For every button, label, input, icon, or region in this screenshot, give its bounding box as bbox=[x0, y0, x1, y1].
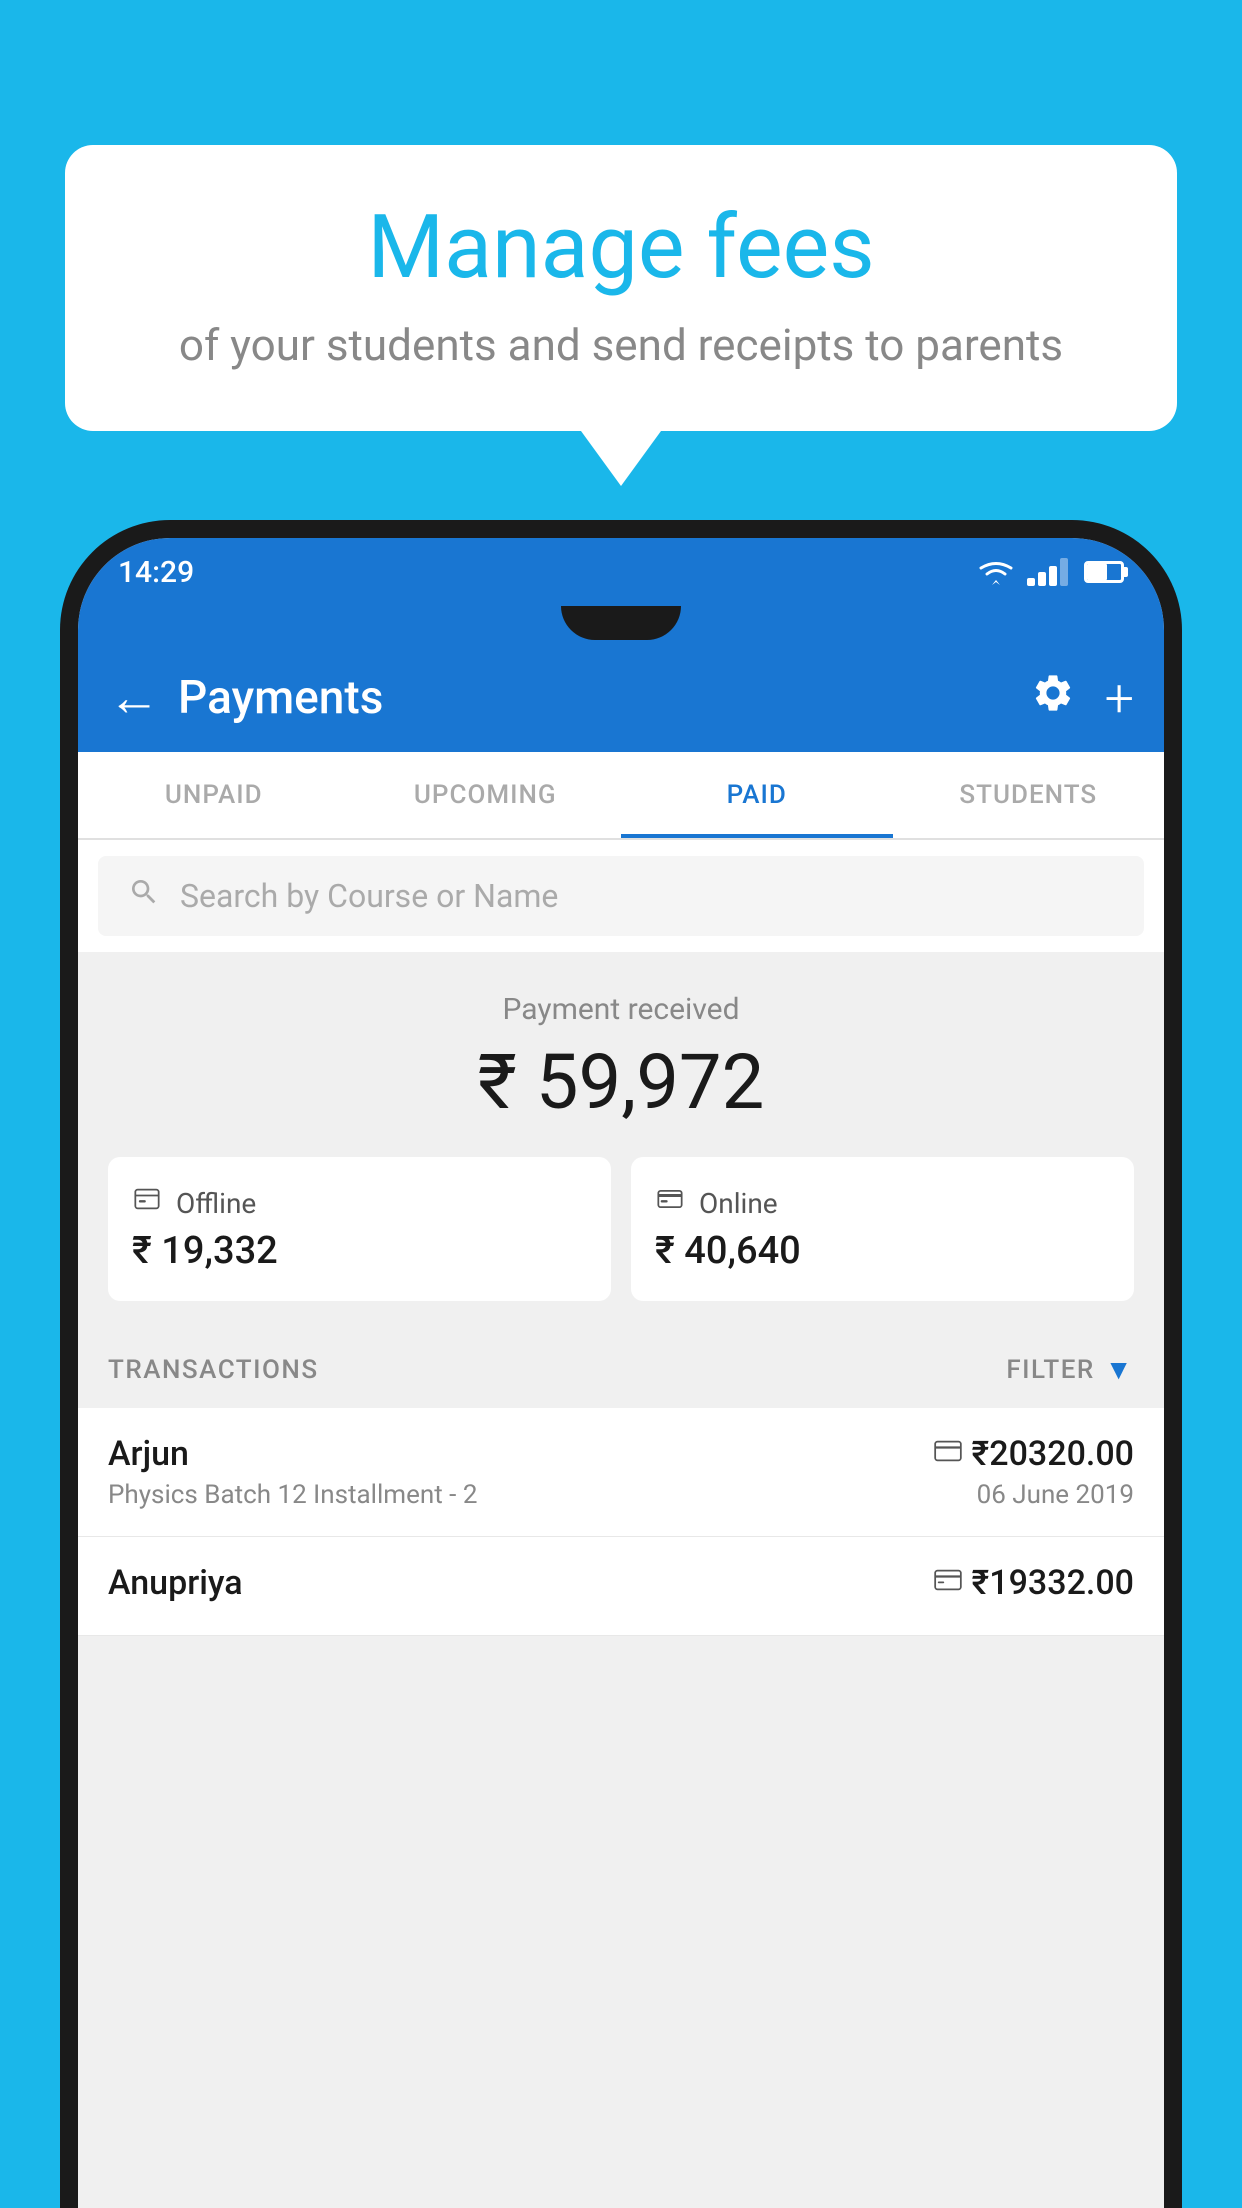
speech-bubble-wrapper: Manage fees of your students and send re… bbox=[65, 145, 1177, 486]
online-svg bbox=[655, 1185, 685, 1213]
settings-icon[interactable] bbox=[1031, 671, 1075, 726]
online-icon bbox=[655, 1185, 685, 1221]
speech-bubble-subtitle: of your students and send receipts to pa… bbox=[125, 319, 1117, 371]
notch bbox=[561, 606, 681, 640]
online-label: Online bbox=[699, 1187, 778, 1220]
transaction-amount-row-2: ₹19332.00 bbox=[934, 1563, 1134, 1603]
tabs-bar: UNPAID UPCOMING PAID STUDENTS bbox=[78, 752, 1164, 840]
app-bar: ← Payments + bbox=[78, 644, 1164, 752]
transaction-name-2: Anupriya bbox=[108, 1563, 243, 1603]
status-time: 14:29 bbox=[118, 555, 977, 590]
card-icon bbox=[934, 1439, 962, 1469]
transaction-amount: ₹20320.00 bbox=[972, 1434, 1134, 1474]
transactions-label: TRANSACTIONS bbox=[108, 1355, 319, 1385]
transaction-date: 06 June 2019 bbox=[977, 1480, 1134, 1510]
filter-button[interactable]: FILTER ▼ bbox=[1006, 1353, 1134, 1386]
tab-upcoming[interactable]: UPCOMING bbox=[350, 752, 622, 838]
gear-svg bbox=[1031, 671, 1075, 715]
signal-icon bbox=[1027, 558, 1068, 586]
offline-label: Offline bbox=[176, 1187, 256, 1220]
transaction-row-bottom: Physics Batch 12 Installment - 2 06 June… bbox=[108, 1480, 1134, 1510]
status-bar: 14:29 bbox=[78, 538, 1164, 606]
filter-label: FILTER bbox=[1006, 1355, 1094, 1385]
payment-summary: Payment received ₹ 59,972 Offline bbox=[78, 952, 1164, 1331]
online-amount: ₹ 40,640 bbox=[655, 1229, 1110, 1273]
card-svg bbox=[934, 1440, 962, 1462]
offline-card-header: Offline bbox=[132, 1185, 587, 1221]
offline-svg bbox=[132, 1185, 162, 1213]
offline-card-icon bbox=[934, 1568, 962, 1598]
search-input[interactable]: Search by Course or Name bbox=[180, 877, 558, 915]
offline-icon bbox=[132, 1185, 162, 1221]
transaction-row-top: Arjun ₹20320.00 bbox=[108, 1434, 1134, 1474]
transactions-header: TRANSACTIONS FILTER ▼ bbox=[78, 1331, 1164, 1408]
app-title: Payments bbox=[178, 671, 1031, 725]
status-icons bbox=[977, 558, 1124, 586]
battery-icon bbox=[1084, 561, 1124, 583]
app-bar-actions: + bbox=[1031, 668, 1134, 729]
search-box[interactable]: Search by Course or Name bbox=[98, 856, 1144, 936]
speech-bubble: Manage fees of your students and send re… bbox=[65, 145, 1177, 431]
back-button[interactable]: ← bbox=[108, 672, 160, 724]
transaction-course: Physics Batch 12 Installment - 2 bbox=[108, 1480, 477, 1510]
add-button[interactable]: + bbox=[1105, 668, 1134, 729]
search-svg bbox=[128, 876, 160, 908]
search-icon bbox=[128, 876, 160, 917]
table-row[interactable]: Arjun ₹20320.00 Physics Batch 12 Install… bbox=[78, 1408, 1164, 1537]
offline-payment-card: Offline ₹ 19,332 bbox=[108, 1157, 611, 1301]
transaction-name: Arjun bbox=[108, 1434, 189, 1474]
payment-cards: Offline ₹ 19,332 Onlin bbox=[108, 1157, 1134, 1301]
speech-bubble-tail bbox=[581, 431, 661, 486]
speech-bubble-title: Manage fees bbox=[125, 200, 1117, 297]
payment-received-label: Payment received bbox=[108, 992, 1134, 1027]
phone-screen: 14:29 bbox=[78, 538, 1164, 2208]
transaction-amount-row: ₹20320.00 bbox=[934, 1434, 1134, 1474]
phone-shell: 14:29 bbox=[60, 520, 1182, 2208]
table-row[interactable]: Anupriya ₹19332.00 bbox=[78, 1537, 1164, 1636]
filter-icon: ▼ bbox=[1105, 1353, 1134, 1386]
tab-paid[interactable]: PAID bbox=[621, 752, 893, 838]
transaction-amount-2: ₹19332.00 bbox=[972, 1563, 1134, 1603]
transaction-row-top-2: Anupriya ₹19332.00 bbox=[108, 1563, 1134, 1603]
online-payment-card: Online ₹ 40,640 bbox=[631, 1157, 1134, 1301]
payment-total-amount: ₹ 59,972 bbox=[108, 1037, 1134, 1127]
online-card-header: Online bbox=[655, 1185, 1110, 1221]
tab-students[interactable]: STUDENTS bbox=[893, 752, 1165, 838]
wifi-icon bbox=[977, 558, 1015, 586]
search-container: Search by Course or Name bbox=[78, 840, 1164, 952]
offline-amount: ₹ 19,332 bbox=[132, 1229, 587, 1273]
tab-unpaid[interactable]: UNPAID bbox=[78, 752, 350, 838]
notch-area bbox=[78, 606, 1164, 644]
offline-card-svg bbox=[934, 1569, 962, 1591]
